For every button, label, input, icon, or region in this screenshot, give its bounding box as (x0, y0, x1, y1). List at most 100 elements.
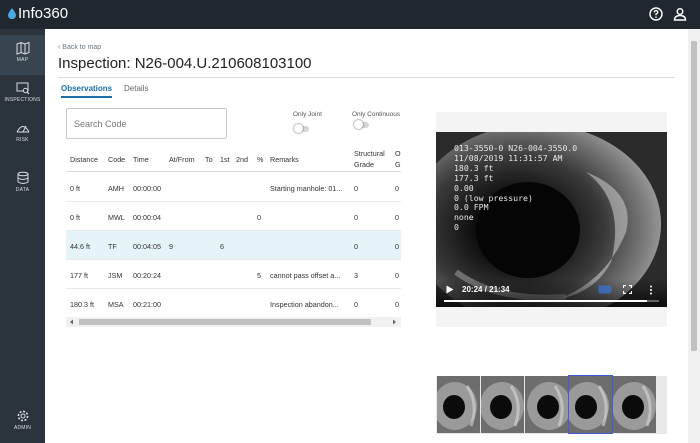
back-to-map-link[interactable]: ‹ Back to map (58, 44, 101, 51)
thumbnail-frame (437, 376, 480, 433)
fullscreen-icon[interactable] (623, 285, 632, 294)
cell-distance: 44.6 ft (70, 242, 90, 251)
cell-code: TF (108, 242, 117, 251)
cell-code: JSM (108, 271, 123, 280)
help-circle-icon[interactable] (649, 7, 663, 21)
video-controls: 20:24 / 21:34 (436, 279, 667, 307)
column-header-other[interactable]: O (395, 149, 401, 158)
column-header-code[interactable]: Code (108, 155, 125, 164)
sidebar-item-label: MAP (16, 57, 29, 63)
thumbnail-frame (481, 376, 524, 433)
captions-icon[interactable] (598, 285, 612, 294)
cell-other-grade: 0 (395, 271, 399, 280)
more-vertical-icon[interactable] (649, 285, 653, 295)
cell-distance: 180.3 ft (70, 300, 94, 309)
observations-table: Distance Code Time At/From To 1st 2nd % … (66, 146, 401, 320)
sidebar-item-label: RISK (16, 137, 29, 143)
column-header-1st[interactable]: 1st (220, 155, 230, 164)
app-title: Info360 (18, 5, 69, 22)
sidebar-item-inspections[interactable]: INSPECTIONS (0, 75, 45, 115)
user-icon[interactable] (673, 7, 687, 21)
cell-remarks: Starting manhole: 01... (270, 184, 343, 193)
video-thumbnail[interactable] (437, 376, 480, 433)
cell-percent: 0 (257, 213, 261, 222)
map-icon (16, 41, 29, 55)
tab-observations[interactable]: Observations (61, 84, 113, 98)
cell-time: 00:00:04 (133, 213, 161, 222)
cell-time: 00:20:24 (133, 271, 161, 280)
cell-other-grade: 0 (395, 242, 399, 251)
thumbnail-frame (569, 376, 612, 433)
table-row[interactable]: 177 ft JSM 00:20:24 5 cannot pass offset a..… (66, 260, 401, 289)
column-header-distance[interactable]: Distance (70, 155, 98, 164)
inspection-video[interactable]: 013-3550-0 N26-004-3550.0 11/08/2019 11:3… (436, 132, 667, 307)
video-thumbnail[interactable] (525, 376, 568, 433)
table-header: Distance Code Time At/From To 1st 2nd % … (66, 146, 401, 172)
column-header-remarks[interactable]: Remarks (270, 155, 299, 164)
sidebar-item-label: DATA (15, 187, 30, 193)
column-header-time[interactable]: Time (133, 155, 149, 164)
thumbnail-frame (525, 376, 568, 433)
only-joint-label: Only Joint (293, 111, 322, 118)
column-header-to[interactable]: To (205, 155, 213, 164)
cell-time: 00:21:00 (133, 300, 161, 309)
cell-structural-grade: 0 (354, 213, 358, 222)
inspections-icon (16, 82, 29, 95)
top-bar: Info360 (0, 0, 700, 29)
back-label: Back to map (62, 44, 102, 51)
cell-other-grade: 0 (395, 184, 399, 193)
cell-1st: 6 (220, 242, 224, 251)
page-scrollbar[interactable] (688, 29, 700, 443)
sidebar: MAP INSPECTIONS RISK DATA ADMIN (0, 29, 45, 443)
thumbnail-frame (613, 376, 656, 433)
video-panel: 013-3550-0 N26-004-3550.0 11/08/2019 11:3… (436, 112, 667, 327)
video-time: 20:24 / 21:34 (462, 285, 510, 294)
video-thumbnail[interactable] (481, 376, 524, 433)
video-progress-bar[interactable] (444, 300, 659, 302)
column-header-2nd[interactable]: 2nd (236, 155, 248, 164)
sidebar-item-label: INSPECTIONS (4, 97, 41, 103)
column-header-structural[interactable]: Structural (354, 149, 385, 158)
play-icon[interactable] (446, 285, 454, 294)
horizontal-scrollbar[interactable] (66, 317, 401, 327)
search-code-input[interactable] (66, 108, 227, 139)
sidebar-item-admin[interactable]: ADMIN (0, 403, 45, 443)
scrollbar-thumb[interactable] (691, 41, 697, 351)
cell-other-grade: 0 (395, 300, 399, 309)
page-title: Inspection: N26-004.U.210608103100 (58, 55, 312, 72)
table-row[interactable]: 44.6 ft TF 00:04:05 9 6 0 0 (66, 231, 401, 260)
only-continuous-toggle[interactable] (354, 120, 369, 129)
app-logo[interactable]: Info360 (8, 5, 68, 22)
cell-structural-grade: 0 (354, 300, 358, 309)
sidebar-item-label: ADMIN (13, 425, 32, 431)
overlay-line: 0 (454, 222, 459, 233)
cell-code: AMH (108, 184, 124, 193)
risk-icon (16, 125, 29, 133)
divider (58, 77, 675, 78)
sidebar-item-data[interactable]: DATA (0, 165, 45, 205)
only-continuous-label: Only Continuous (352, 111, 401, 118)
cell-time: 00:04:05 (133, 242, 161, 251)
cell-distance: 0 ft (70, 213, 80, 222)
tab-details[interactable]: Details (124, 84, 148, 96)
column-header-other-grade: G (395, 160, 401, 169)
sidebar-item-map[interactable]: MAP (0, 35, 45, 75)
video-thumbnail[interactable] (568, 375, 613, 434)
table-row[interactable]: 180.3 ft MSA 00:21:00 Inspection abandon...… (66, 289, 401, 318)
cell-distance: 0 ft (70, 184, 80, 193)
only-joint-toggle[interactable] (294, 124, 309, 133)
scrollbar-thumb[interactable] (79, 319, 371, 325)
scroll-right-icon[interactable] (391, 319, 397, 325)
column-header-percent[interactable]: % (257, 155, 263, 164)
video-thumbnail[interactable] (613, 376, 656, 433)
water-drop-icon (8, 8, 16, 19)
toggle-knob (354, 120, 363, 129)
table-row[interactable]: 0 ft MWL 00:00:04 0 0 0 (66, 202, 401, 231)
cell-time: 00:00:00 (133, 184, 161, 193)
column-header-at-from[interactable]: At/From (169, 155, 195, 164)
table-row[interactable]: 0 ft AMH 00:00:00 Starting manhole: 01... 0 0 (66, 173, 401, 202)
sidebar-item-risk[interactable]: RISK (0, 115, 45, 155)
scroll-left-icon[interactable] (69, 319, 75, 325)
column-header-grade: Grade (354, 160, 374, 169)
cell-remarks: cannot pass offset a... (270, 271, 341, 280)
